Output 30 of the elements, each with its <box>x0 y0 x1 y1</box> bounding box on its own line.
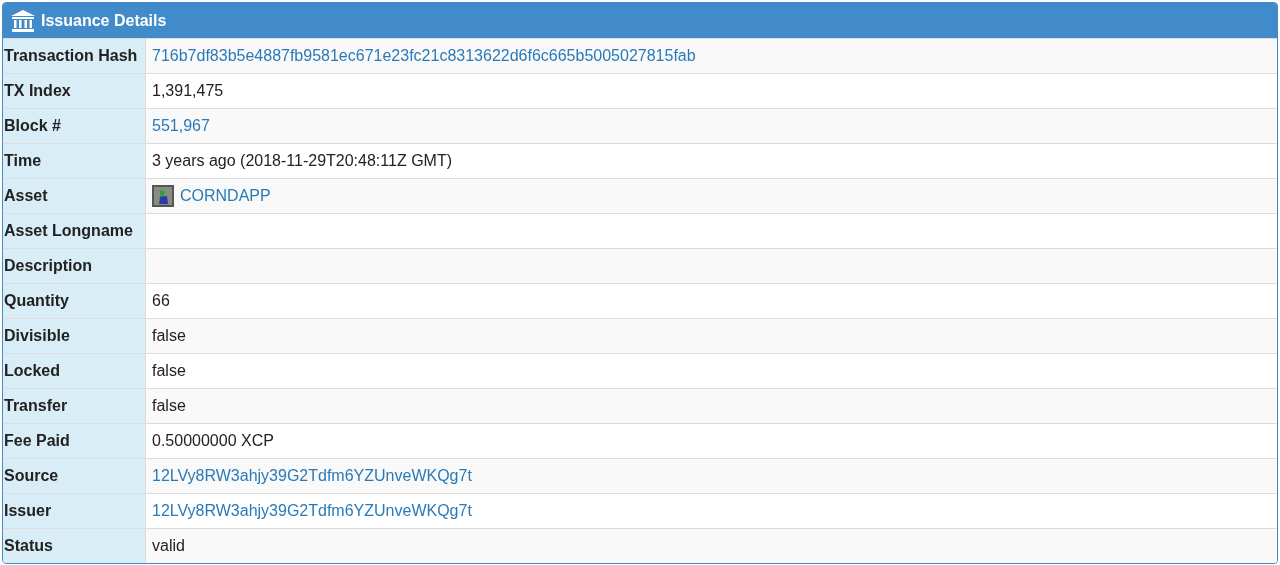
row-label: Quantity <box>3 284 146 318</box>
value-text: false <box>152 327 186 345</box>
value-link[interactable]: 551,967 <box>152 117 210 135</box>
value-text: 1,391,475 <box>152 82 224 100</box>
row-label: Divisible <box>3 319 146 353</box>
row-label: Asset <box>3 179 146 213</box>
value-text: false <box>152 362 186 380</box>
value-text: valid <box>152 537 185 555</box>
row-label: Transaction Hash <box>3 39 146 73</box>
value-text: 0.50000000 XCP <box>152 432 274 450</box>
value-text: false <box>152 397 186 415</box>
row-label: Source <box>3 459 146 493</box>
row-label: Transfer <box>3 389 146 423</box>
value-text: 66 <box>152 292 170 310</box>
bank-icon <box>11 9 35 32</box>
value-link[interactable]: 12LVy8RW3ahjy39G2Tdfm6YZUnveWKQg7t <box>152 467 472 485</box>
value-link[interactable]: 12LVy8RW3ahjy39G2Tdfm6YZUnveWKQg7t <box>152 502 472 520</box>
row-label: Description <box>3 249 146 283</box>
row-label: TX Index <box>3 74 146 108</box>
row-label: Time <box>3 144 146 178</box>
value-link[interactable]: 716b7df83b5e4887fb9581ec671e23fc21c8313622d6f6c665b5005027815fab <box>152 47 696 65</box>
row-label: Locked <box>3 354 146 388</box>
row-label: Fee Paid <box>3 424 146 458</box>
value-text: 3 years ago (2018-11-29T20:48:11Z GMT) <box>152 152 452 170</box>
asset-link[interactable]: CORNDAPP <box>180 187 271 205</box>
row-label: Block # <box>3 109 146 143</box>
row-label: Asset Longname <box>3 214 146 248</box>
row-label: Issuer <box>3 494 146 528</box>
panel-title: Issuance Details <box>41 11 167 30</box>
row-label: Status <box>3 529 146 563</box>
